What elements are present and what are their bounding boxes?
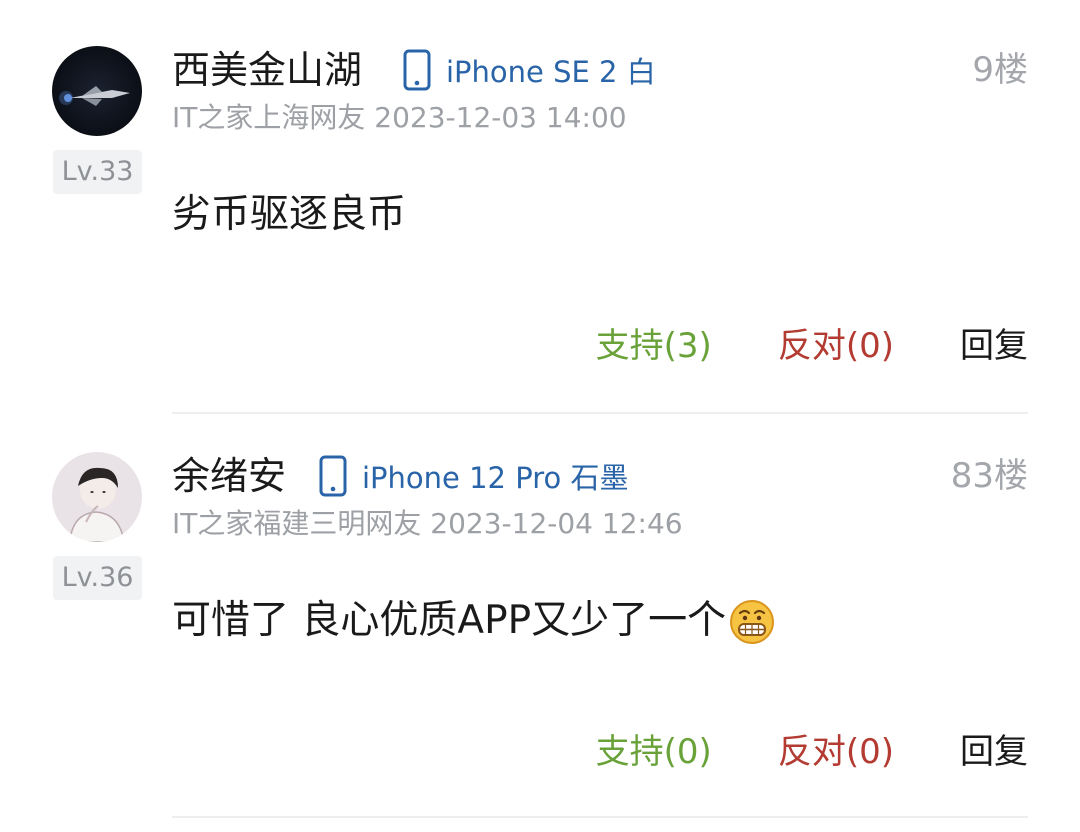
device-tag: iPhone 12 Pro 石墨 — [318, 454, 628, 498]
comment-text: 可惜了 良心优质APP又少了一个 — [172, 598, 727, 643]
user-level-badge: Lv.36 — [53, 556, 142, 600]
comment-text: 劣币驱逐良币 — [172, 192, 407, 237]
device-tag: iPhone SE 2 白 — [402, 48, 656, 92]
phone-icon — [402, 48, 432, 92]
username[interactable]: 余绪安 — [172, 452, 286, 500]
username[interactable]: 西美金山湖 — [172, 46, 362, 94]
comment-actions: 支持(0) 反对(0) 回复 — [596, 724, 1028, 772]
reply-button[interactable]: 回复 — [960, 318, 1028, 367]
user-avatar[interactable] — [52, 452, 142, 542]
comment-actions: 支持(3) 反对(0) 回复 — [596, 318, 1028, 366]
device-name: iPhone 12 Pro 石墨 — [362, 461, 629, 495]
comment-item: Lv.33 西美金山湖 iPhone SE 2 白 9楼 IT之家上海网友 20… — [0, 0, 1080, 414]
grimace-emoji-icon — [728, 597, 776, 645]
support-button[interactable]: 支持(0) — [596, 724, 712, 773]
comment-meta: IT之家上海网友 2023-12-03 14:00 — [172, 101, 627, 134]
comment-meta: IT之家福建三明网友 2023-12-04 12:46 — [172, 507, 683, 540]
reply-button[interactable]: 回复 — [960, 724, 1028, 773]
comment-divider — [172, 816, 1028, 818]
support-button[interactable]: 支持(3) — [596, 318, 712, 367]
comment-content: 可惜了 良心优质APP又少了一个 — [172, 596, 776, 646]
boy-sketch-avatar-icon — [52, 452, 142, 542]
device-name: iPhone SE 2 白 — [446, 55, 656, 89]
comment-item: Lv.36 余绪安 iPhone 12 Pro 石墨 83楼 IT之家福建三明网… — [0, 406, 1080, 818]
user-level-badge: Lv.33 — [53, 150, 142, 194]
user-avatar[interactable] — [52, 46, 142, 136]
oppose-button[interactable]: 反对(0) — [778, 318, 894, 367]
phone-icon — [318, 454, 348, 498]
floor-number: 9楼 — [972, 50, 1028, 90]
oppose-button[interactable]: 反对(0) — [778, 724, 894, 773]
space-shuttle-avatar-icon — [52, 46, 142, 136]
comment-content: 劣币驱逐良币 — [172, 190, 406, 240]
floor-number: 83楼 — [950, 456, 1028, 496]
